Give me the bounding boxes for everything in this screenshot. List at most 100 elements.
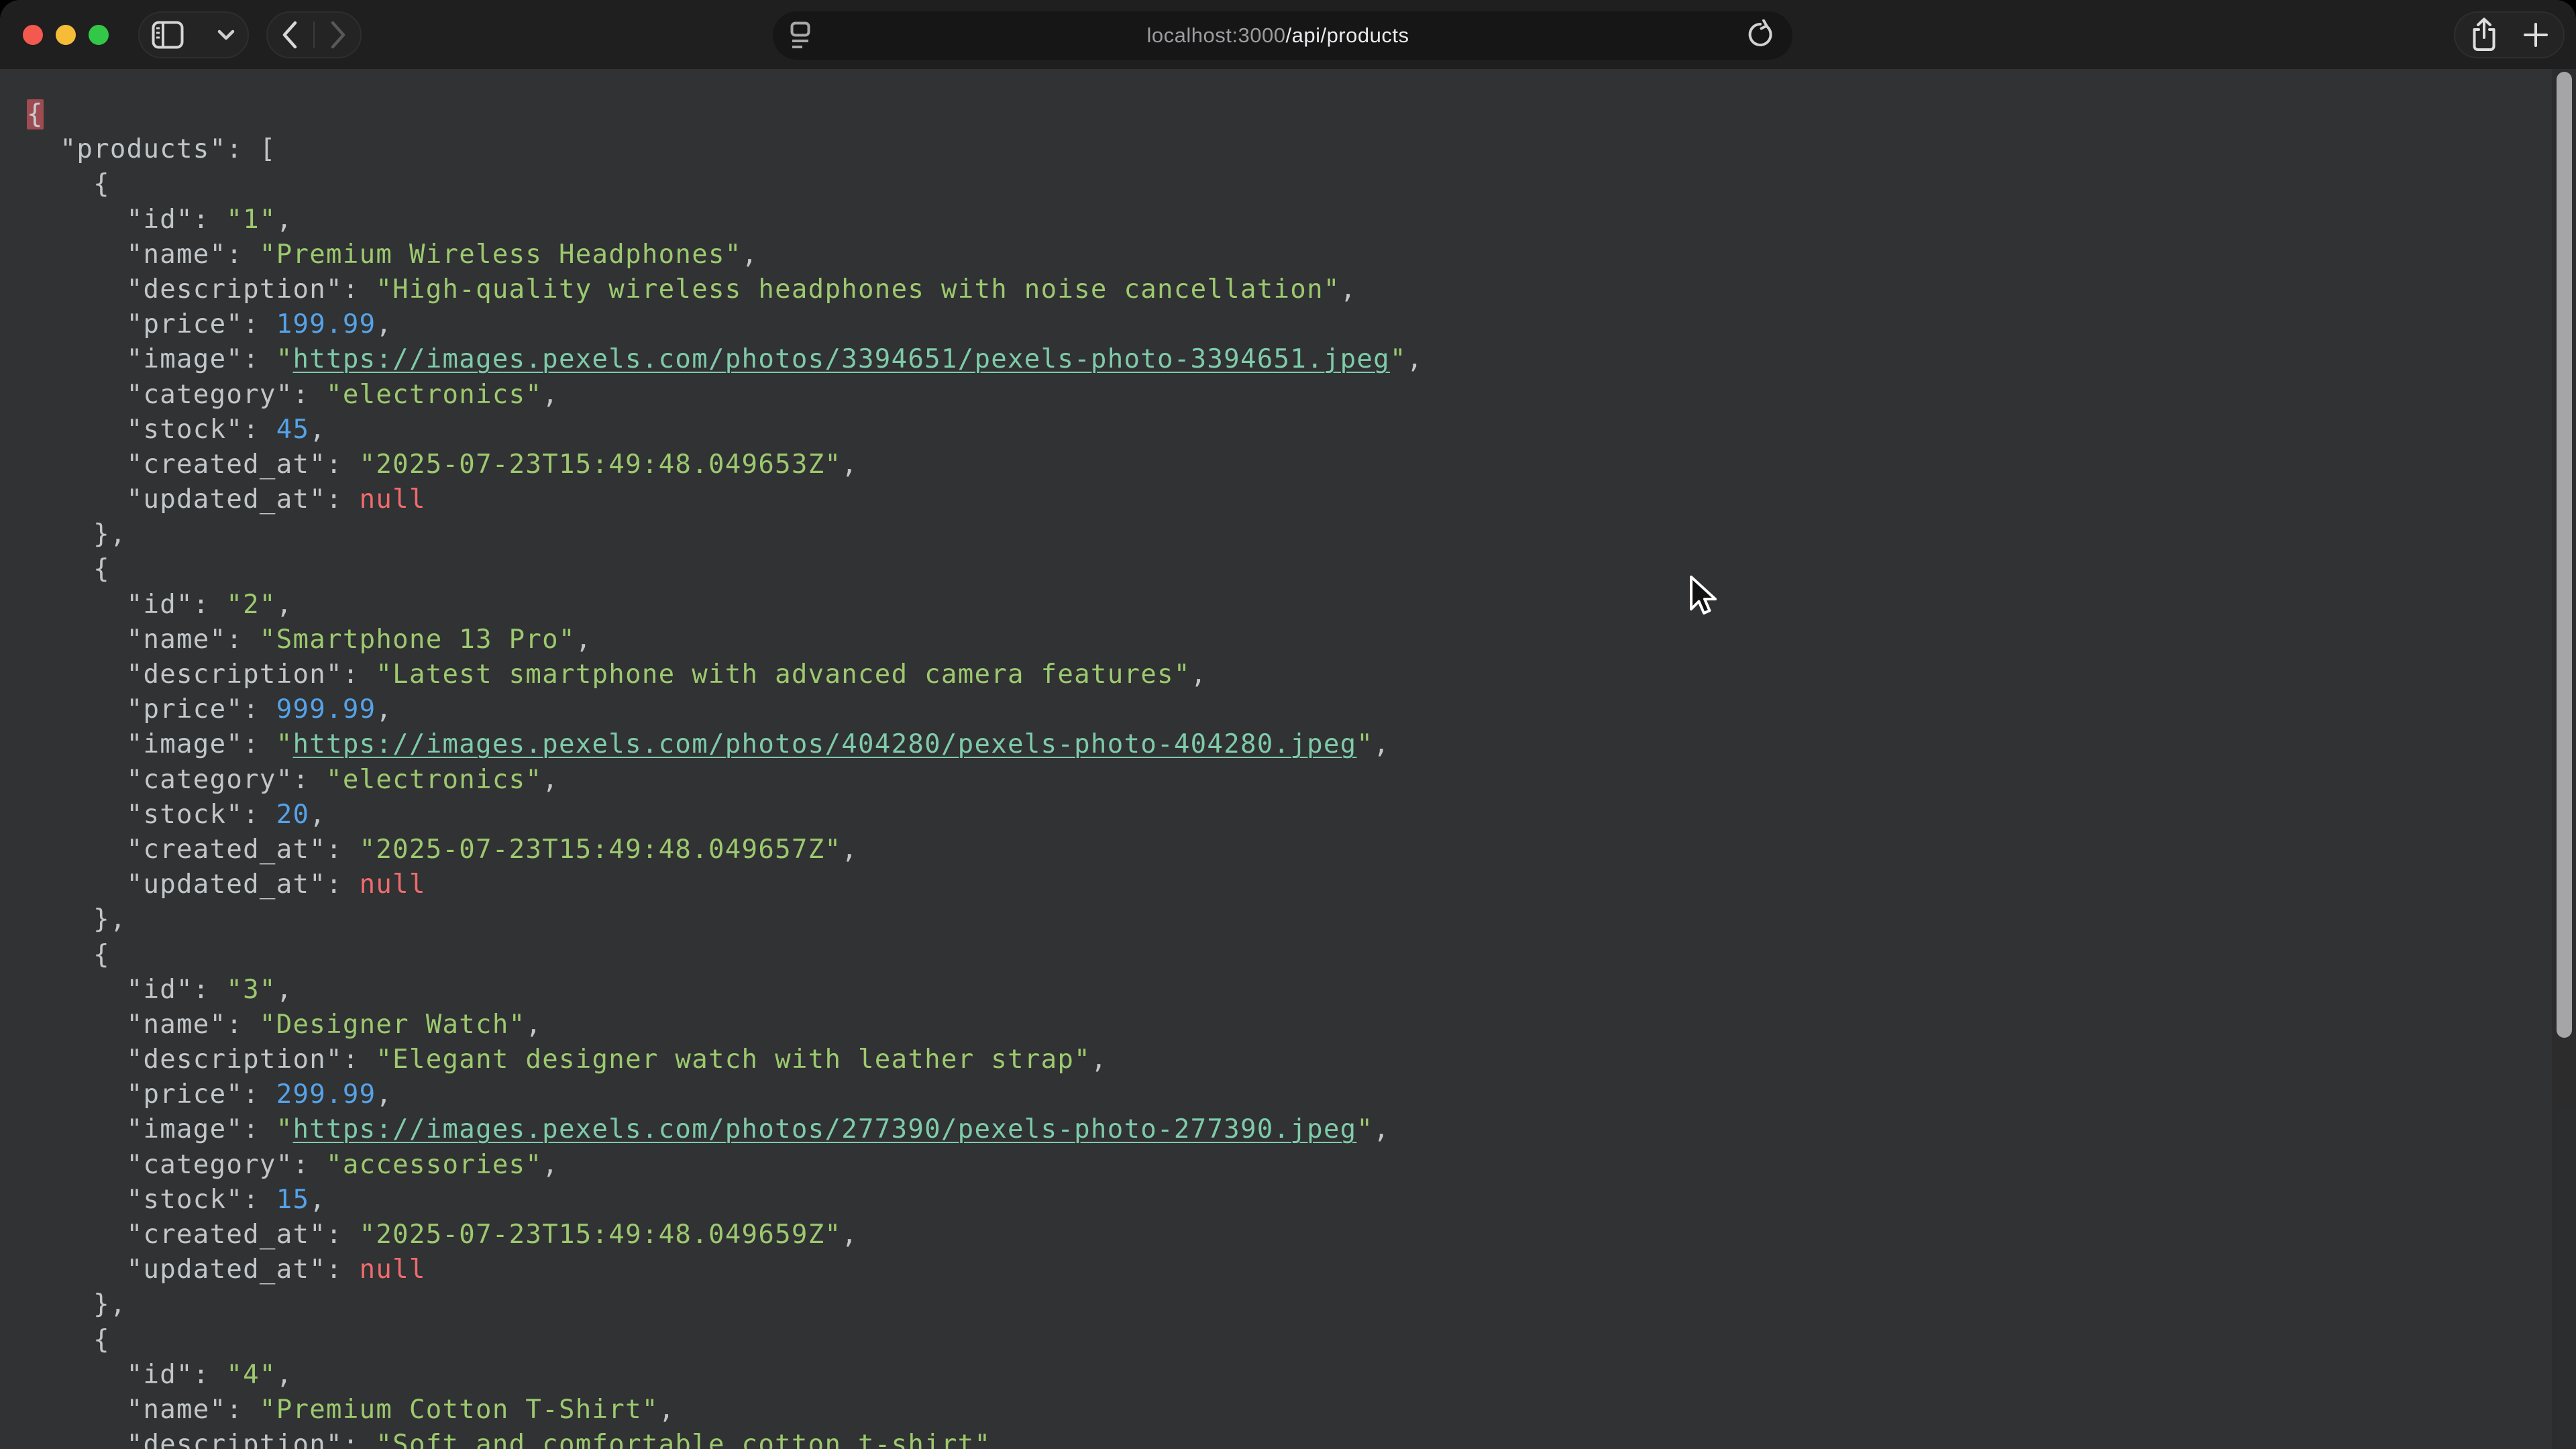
code-token: "	[276, 344, 293, 374]
code-token: ,	[309, 800, 326, 830]
code-token: },	[27, 904, 127, 934]
code-line: "stock": 20,	[27, 798, 2536, 833]
code-line: "price": 299.99,	[27, 1077, 2536, 1112]
code-token: "	[276, 729, 293, 759]
page-settings-button[interactable]	[790, 20, 810, 51]
code-token: "stock":	[27, 1185, 276, 1215]
code-token: "created_at":	[27, 1220, 360, 1250]
chevron-down-icon	[217, 29, 235, 41]
code-token: ,	[309, 415, 326, 445]
code-token: "Latest smartphone with advanced camera …	[376, 659, 1190, 690]
forward-button[interactable]	[329, 20, 347, 50]
zoom-button[interactable]	[89, 25, 109, 45]
code-token: "id":	[27, 205, 226, 235]
code-token: {	[27, 169, 110, 199]
url-host: localhost:3000	[1147, 23, 1286, 47]
code-token: "Smartphone 13 Pro"	[260, 625, 576, 655]
scrollbar-thumb[interactable]	[2557, 72, 2572, 1038]
sidebar-group	[138, 11, 249, 58]
code-line: "stock": 15,	[27, 1183, 2536, 1218]
code-token: "description":	[27, 1044, 376, 1075]
code-line: "description": "Soft and comfortable cot…	[27, 1428, 2536, 1449]
code-token: null	[360, 1254, 426, 1285]
json-url-link[interactable]: https://images.pexels.com/photos/3394651…	[292, 344, 1389, 374]
code-token: "accessories"	[326, 1150, 542, 1180]
back-button[interactable]	[281, 20, 299, 50]
code-token: "price":	[27, 309, 276, 339]
code-line: "id": "4",	[27, 1358, 2536, 1393]
code-token: ,	[542, 765, 559, 795]
code-token: "	[1356, 1114, 1373, 1144]
code-token: "2025-07-23T15:49:48.049659Z"	[360, 1220, 842, 1250]
sidebar-toggle-button[interactable]	[152, 21, 184, 49]
url-text[interactable]: localhost:3000/api/products	[810, 23, 1746, 48]
chevron-right-icon	[329, 20, 347, 50]
code-token: "Premium Wireless Headphones"	[260, 239, 742, 270]
code-line: "description": "Latest smartphone with a…	[27, 657, 2536, 692]
code-token: ,	[525, 1010, 542, 1040]
code-token: "category":	[27, 1150, 326, 1180]
code-token: ,	[841, 1220, 858, 1250]
sidebar-icon	[152, 21, 184, 49]
share-button[interactable]	[2470, 17, 2498, 52]
code-line: "id": "1",	[27, 203, 2536, 237]
close-button[interactable]	[23, 25, 43, 45]
code-line: },	[27, 517, 2536, 552]
code-token: "updated_at":	[27, 1254, 360, 1285]
new-tab-button[interactable]	[2523, 22, 2548, 48]
mouse-cursor	[1688, 576, 1719, 620]
code-token: ,	[542, 380, 559, 410]
address-bar[interactable]: localhost:3000/api/products	[773, 11, 1792, 60]
code-token: 45	[276, 415, 310, 445]
reload-button[interactable]	[1746, 19, 1775, 52]
code-token: ,	[542, 1150, 559, 1180]
code-token: "2025-07-23T15:49:48.049653Z"	[360, 449, 842, 480]
code-token: ,	[1091, 1044, 1108, 1075]
code-token: "image":	[27, 344, 276, 374]
tab-group-chevron-button[interactable]	[217, 29, 235, 41]
code-line: "name": "Smartphone 13 Pro",	[27, 623, 2536, 657]
code-line: "price": 999.99,	[27, 692, 2536, 727]
code-token: "category":	[27, 765, 326, 795]
code-line: "stock": 45,	[27, 413, 2536, 447]
code-line: "updated_at": null	[27, 482, 2536, 517]
code-token: "price":	[27, 1079, 276, 1110]
navigation-group	[266, 11, 362, 58]
code-token: "category":	[27, 380, 326, 410]
code-line: {	[27, 167, 2536, 202]
code-token: ,	[991, 1430, 1008, 1449]
code-token: 999.99	[276, 694, 376, 724]
share-icon	[2470, 17, 2498, 52]
code-line: "products": [	[27, 132, 2536, 167]
window-controls	[23, 25, 109, 45]
nav-divider	[313, 21, 315, 48]
code-token: "created_at":	[27, 835, 360, 865]
code-token: "updated_at":	[27, 869, 360, 900]
code-token: null	[360, 869, 426, 900]
actions-group	[2454, 11, 2565, 58]
code-line: },	[27, 902, 2536, 937]
code-token: "image":	[27, 729, 276, 759]
code-token: },	[27, 1289, 127, 1320]
code-line: {	[27, 1323, 2536, 1358]
code-token: "4"	[226, 1360, 276, 1390]
code-token: ,	[376, 309, 392, 339]
code-token: {	[27, 99, 44, 129]
minimize-button[interactable]	[56, 25, 76, 45]
code-token: "id":	[27, 590, 226, 620]
code-token: 199.99	[276, 309, 376, 339]
code-token: "products": [	[27, 134, 276, 164]
code-line: "category": "electronics",	[27, 763, 2536, 798]
code-line: {	[27, 552, 2536, 587]
code-token: ,	[276, 205, 293, 235]
code-line: {	[27, 97, 2536, 132]
code-line: "description": "High-quality wireless he…	[27, 272, 2536, 307]
code-token: {	[27, 1325, 110, 1355]
code-token: "Designer Watch"	[260, 1010, 525, 1040]
json-url-link[interactable]: https://images.pexels.com/photos/277390/…	[292, 1114, 1356, 1144]
json-url-link[interactable]: https://images.pexels.com/photos/404280/…	[292, 729, 1356, 759]
code-token: ,	[1191, 659, 1208, 690]
code-line: "created_at": "2025-07-23T15:49:48.04965…	[27, 833, 2536, 867]
code-line: "created_at": "2025-07-23T15:49:48.04965…	[27, 1218, 2536, 1252]
scrollbar-track[interactable]	[2552, 69, 2576, 1449]
